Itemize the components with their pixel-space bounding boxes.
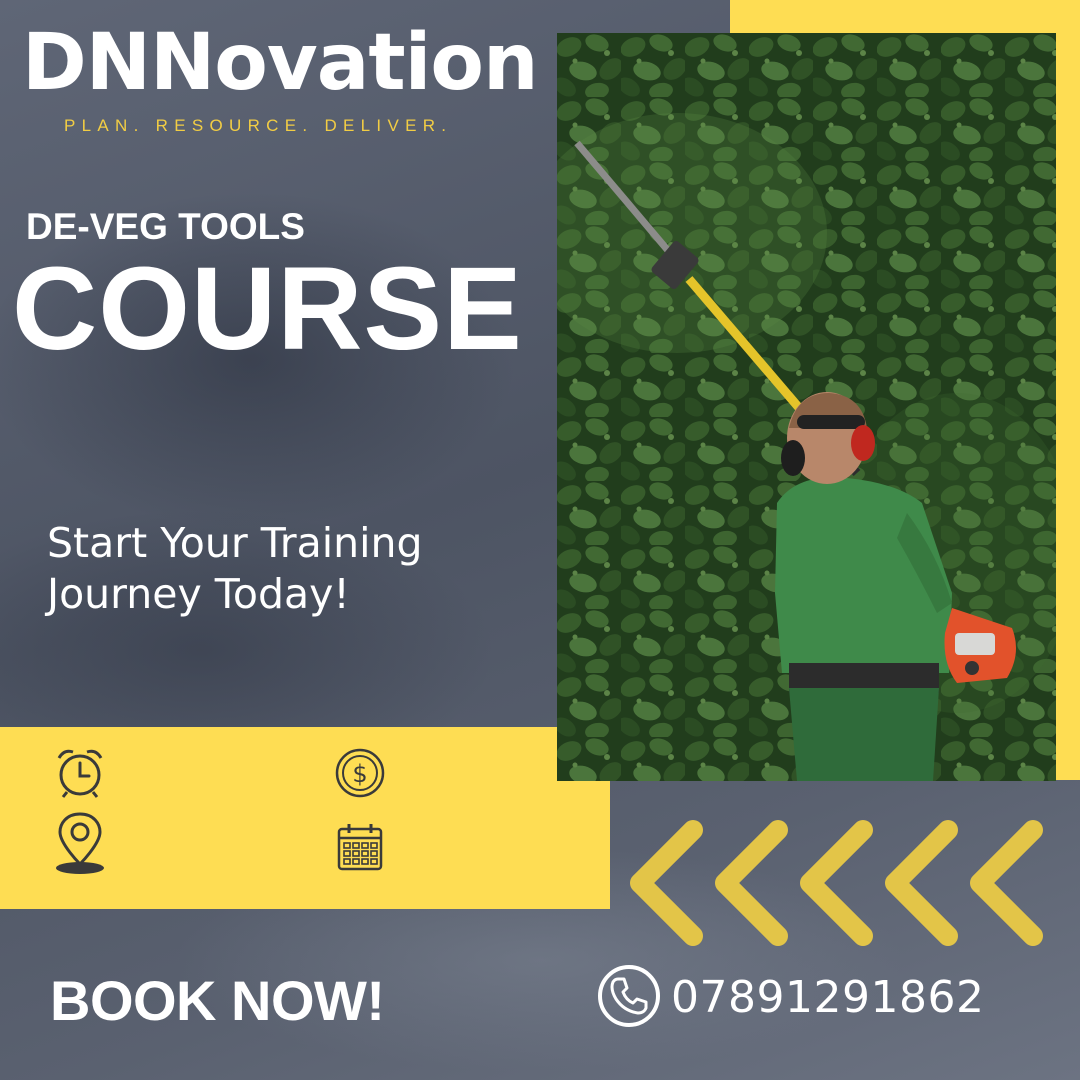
brand-tagline: PLAN. RESOURCE. DELIVER.: [64, 116, 453, 135]
phone-icon: [598, 965, 660, 1027]
location-pin-icon: [56, 812, 104, 874]
poster-canvas: DNNovation PLAN. RESOURCE. DELIVER. DE-V…: [0, 0, 1080, 1080]
promo-tagline-line-2: Journey Today!: [47, 570, 350, 618]
chevron-arrows: [630, 820, 1043, 946]
phone-number-link[interactable]: 07891291862: [671, 972, 984, 1023]
chevron-left-icon: [970, 820, 1043, 946]
promo-tagline-line-1: Start Your Training: [47, 519, 423, 567]
brand-logo: DNNovation PLAN. RESOURCE. DELIVER.: [22, 24, 542, 136]
book-now-button[interactable]: BOOK NOW!: [50, 968, 385, 1033]
course-title: COURSE: [12, 243, 523, 375]
alarm-clock-icon: [57, 749, 103, 798]
hedge-trimming-photo: [557, 33, 1056, 781]
promo-tagline: Start Your Training Journey Today!: [47, 518, 527, 620]
chevron-left-icon: [800, 820, 873, 946]
chevron-left-icon: [885, 820, 958, 946]
hedge-trimming-illustration: [557, 33, 1056, 781]
brand-name: DNNovation: [22, 18, 539, 108]
dollar-coin-icon: $: [335, 748, 385, 798]
course-subtitle: DE-VEG TOOLS: [26, 206, 305, 247]
chevron-left-icon: [715, 820, 788, 946]
svg-text:$: $: [352, 760, 367, 788]
calendar-icon: [337, 824, 383, 871]
chevron-left-icon: [630, 820, 703, 946]
